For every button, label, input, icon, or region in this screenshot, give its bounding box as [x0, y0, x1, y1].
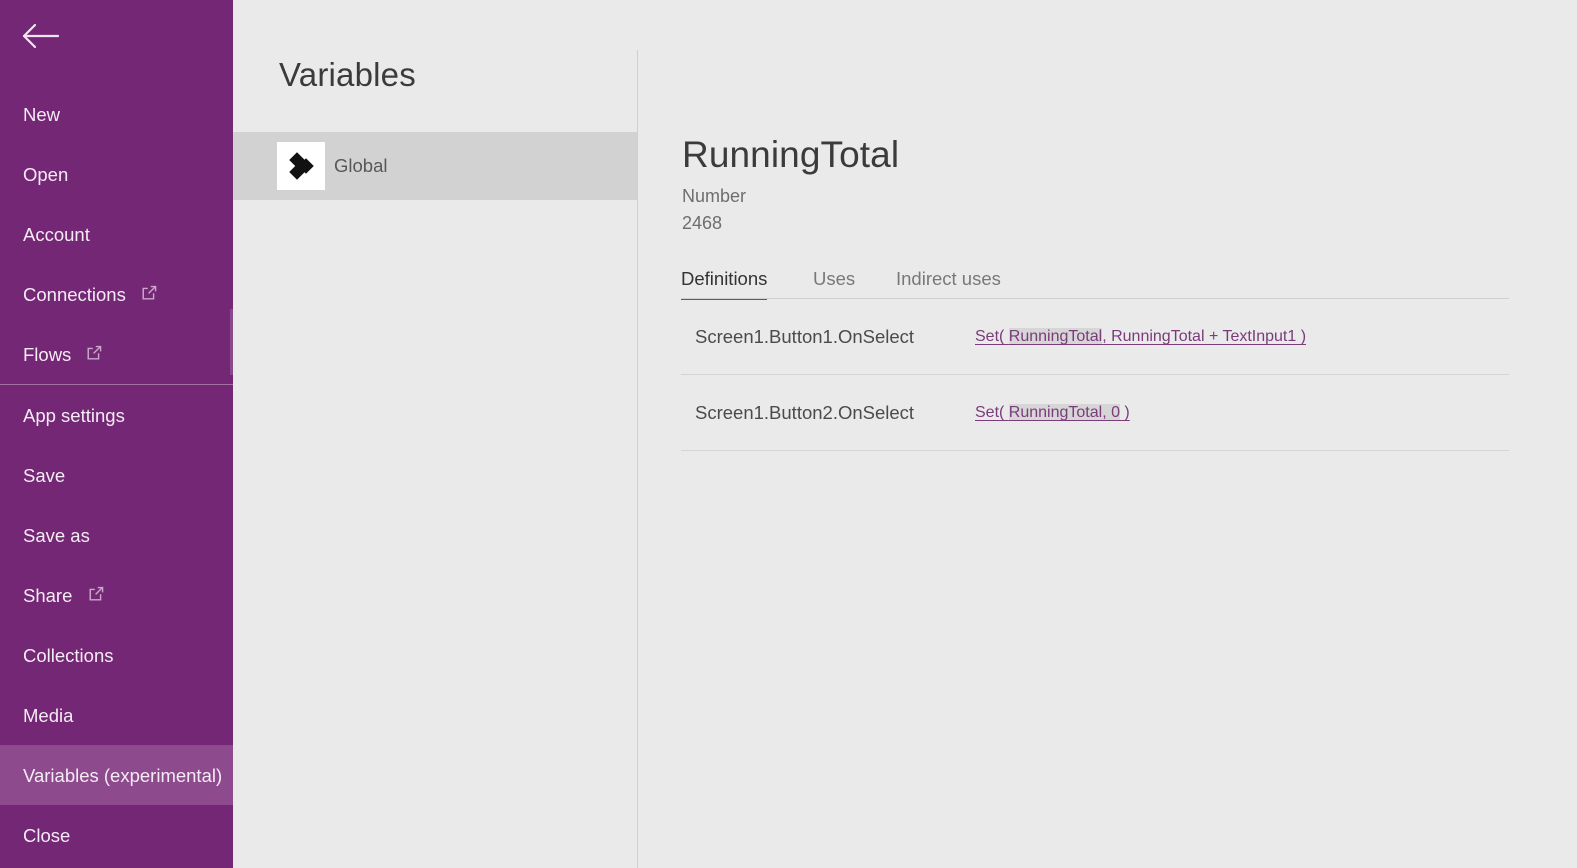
formula-suffix: , RunningTotal + TextInput1 ) [1102, 328, 1307, 345]
back-button[interactable] [0, 0, 233, 72]
variables-pane: Variables Global [233, 0, 638, 868]
detail-tabs: Definitions Uses Indirect uses [681, 268, 1509, 300]
tab-uses[interactable]: Uses [813, 268, 855, 298]
sidebar-item-save-as[interactable]: Save as [0, 505, 233, 565]
sidebar-item-media[interactable]: Media [0, 685, 233, 745]
definition-target: Screen1.Button2.OnSelect [695, 402, 915, 423]
sidebar-item-label: Media [23, 705, 74, 727]
list-item-global[interactable]: Global [233, 132, 638, 200]
sidebar-item-label: Open [23, 164, 69, 186]
variable-name: RunningTotal [682, 134, 900, 175]
sidebar-item-open[interactable]: Open [0, 144, 233, 204]
sidebar-item-app-settings[interactable]: App settings [0, 385, 233, 445]
definition-formula-link[interactable]: Set( RunningTotal, 0 ) [975, 375, 1130, 450]
sidebar-nav-list: New Open Account Connections Flows App s… [0, 84, 233, 865]
sidebar-item-label: Flows [23, 344, 72, 366]
variable-detail-pane: RunningTotal Number 2468 Definitions Use… [638, 0, 1577, 868]
external-link-icon [87, 324, 102, 384]
sidebar-item-label: Close [23, 825, 71, 847]
app-sidebar: New Open Account Connections Flows App s… [0, 0, 233, 868]
variable-value: 2468 [682, 213, 723, 233]
page-title: Variables [279, 56, 416, 93]
table-row: Screen1.Button1.OnSelect Set( RunningTot… [681, 299, 1509, 375]
sidebar-item-collections[interactable]: Collections [0, 625, 233, 685]
sidebar-item-connections[interactable]: Connections [0, 264, 233, 324]
sidebar-item-flows[interactable]: Flows [0, 324, 233, 384]
sidebar-item-label: Collections [23, 645, 114, 667]
variables-list: Global [233, 132, 638, 200]
sidebar-item-share[interactable]: Share [0, 565, 233, 625]
external-link-icon [89, 565, 104, 625]
sidebar-item-save[interactable]: Save [0, 445, 233, 505]
formula-highlight: RunningTotal, 0 [1008, 404, 1120, 421]
sidebar-item-label: App settings [23, 405, 125, 427]
definition-formula-link[interactable]: Set( RunningTotal, RunningTotal + TextIn… [975, 299, 1306, 374]
table-row: Screen1.Button2.OnSelect Set( RunningTot… [681, 375, 1509, 451]
variable-type: Number [682, 186, 747, 206]
sidebar-item-account[interactable]: Account [0, 204, 233, 264]
sidebar-item-label: Variables (experimental) [23, 765, 223, 787]
tab-indirect-uses[interactable]: Indirect uses [896, 268, 1001, 298]
sidebar-item-new[interactable]: New [0, 84, 233, 144]
formula-prefix: Set( [975, 328, 1009, 345]
sidebar-item-label: Account [23, 224, 90, 246]
sidebar-item-label: New [23, 104, 61, 126]
sidebar-item-variables[interactable]: Variables (experimental) [0, 745, 233, 805]
sidebar-item-label: Save [23, 465, 66, 487]
formula-suffix: ) [1119, 404, 1130, 421]
sidebar-item-label: Share [23, 585, 73, 607]
formula-prefix: Set( [975, 404, 1009, 421]
list-item-label: Global [334, 155, 388, 176]
tab-definitions[interactable]: Definitions [681, 268, 768, 300]
sidebar-item-label: Save as [23, 525, 90, 547]
diamonds-icon [277, 142, 325, 190]
sidebar-item-label: Connections [23, 284, 126, 306]
sidebar-item-close[interactable]: Close [0, 805, 233, 865]
formula-highlight: RunningTotal [1008, 328, 1103, 345]
external-link-icon [142, 264, 157, 324]
definitions-table: Screen1.Button1.OnSelect Set( RunningTot… [681, 299, 1509, 451]
definition-target: Screen1.Button1.OnSelect [695, 326, 915, 347]
